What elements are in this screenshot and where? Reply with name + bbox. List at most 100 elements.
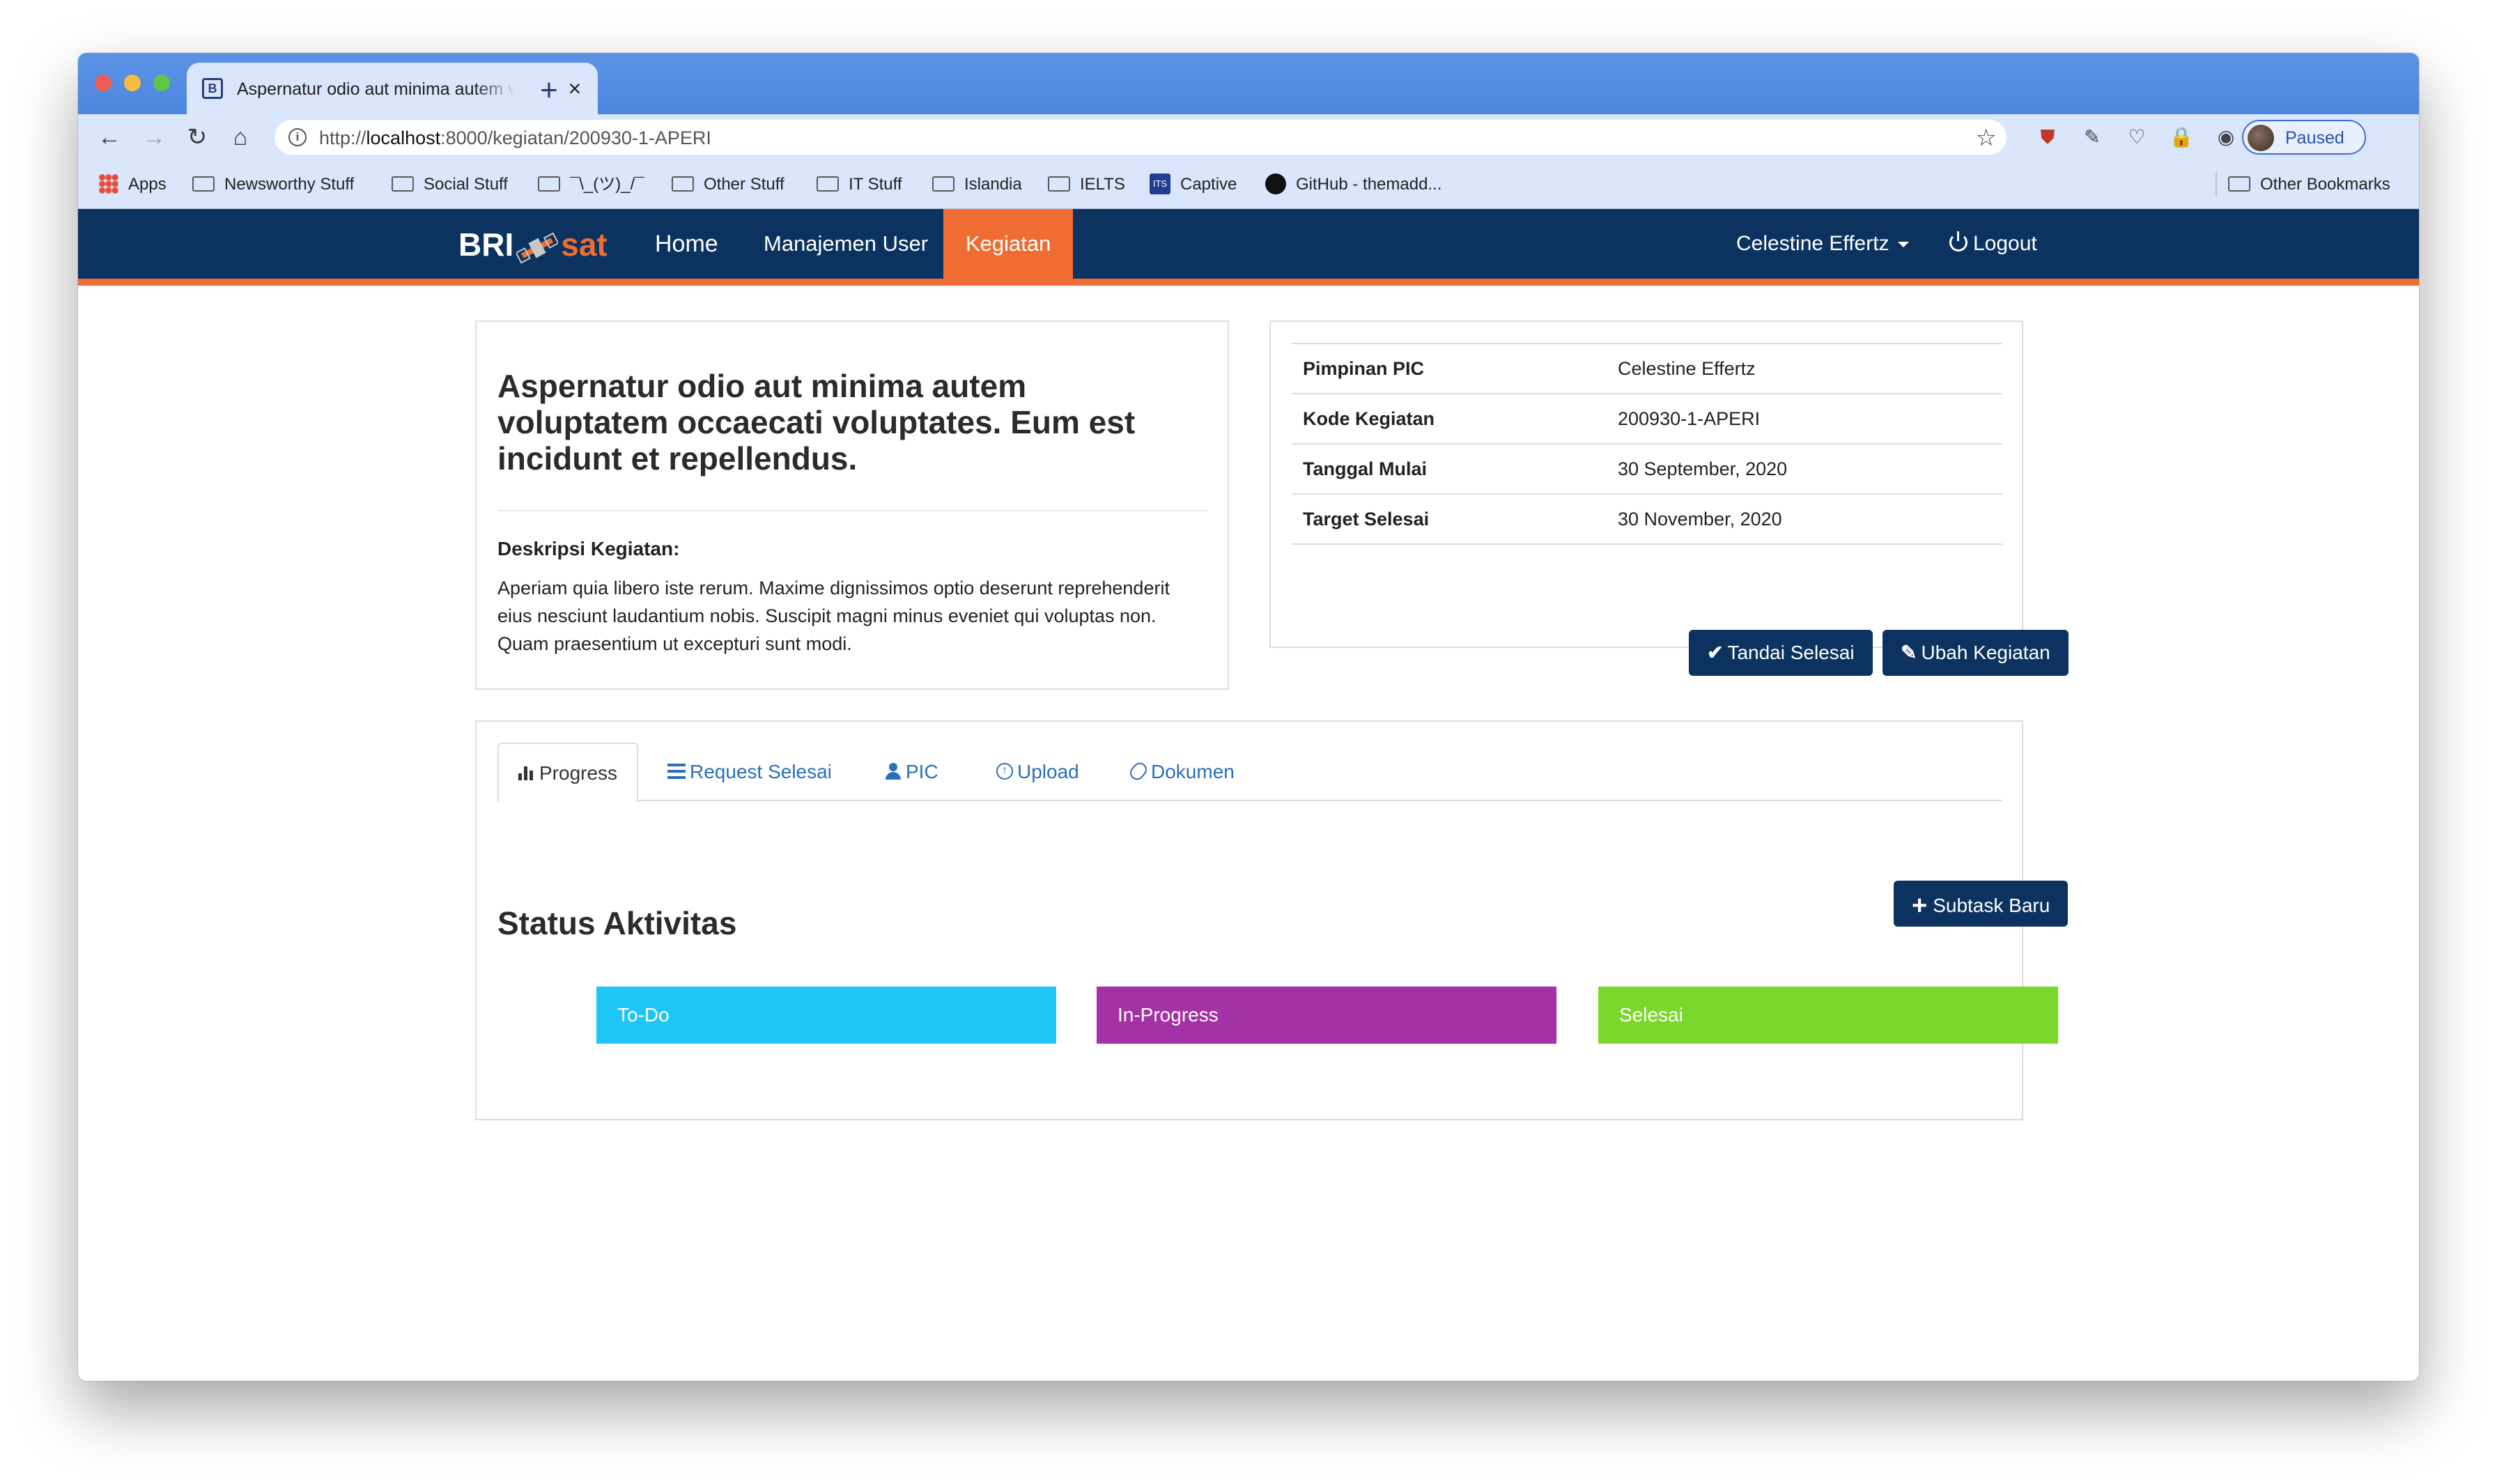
detail-label: Kode Kegiatan xyxy=(1303,408,1435,429)
bookmark-newsworthy-stuff[interactable]: Newsworthy Stuff xyxy=(192,173,354,196)
logout-label: Logout xyxy=(1973,232,2037,255)
detail-label: Tanggal Mulai xyxy=(1303,458,1428,479)
folder-icon xyxy=(192,176,215,192)
tab-upload[interactable]: ↑ Upload xyxy=(996,743,1079,801)
logout-link[interactable]: Logout xyxy=(1949,209,2037,279)
pocket-extension-icon[interactable]: ♡ xyxy=(2122,123,2151,152)
folder-icon xyxy=(538,176,560,192)
detail-value: 30 November, 2020 xyxy=(1618,508,1782,530)
todo-column-header: To-Do xyxy=(596,987,1056,1044)
zoom-window-button[interactable] xyxy=(153,75,170,91)
paperclip-icon xyxy=(1127,759,1150,782)
profile-button[interactable]: Paused xyxy=(2242,120,2366,155)
bookmark-captive[interactable]: ITS Captive xyxy=(1150,173,1237,196)
bookmark-shrug[interactable]: ¯\_(ツ)_/¯ xyxy=(538,173,644,196)
bookmark-star-icon[interactable]: ☆ xyxy=(1976,124,1997,152)
camera-extension-icon[interactable]: ◉ xyxy=(2211,123,2241,152)
address-url: http://localhost:8000/kegiatan/200930-1-… xyxy=(319,127,711,148)
bookmark-other-stuff[interactable]: Other Stuff xyxy=(672,173,784,196)
back-icon[interactable]: ← xyxy=(95,123,124,152)
activity-details-table: Pimpinan PIC Celestine Effertz Kode Kegi… xyxy=(1292,343,2002,545)
apps-grid-icon xyxy=(99,173,118,194)
power-icon xyxy=(1949,231,1968,252)
brand-primary-text: BRI xyxy=(458,226,514,263)
detail-label: Pimpinan PIC xyxy=(1303,357,1425,379)
browser-tab-title: Aspernatur odio aut minima autem volupta… xyxy=(237,79,516,99)
bar-chart-icon xyxy=(518,765,536,780)
nav-manajemen-user[interactable]: Manajemen User xyxy=(764,209,928,279)
activity-title: Aspernatur odio aut minima autem volupta… xyxy=(497,368,1136,477)
bookmark-apps[interactable]: Apps xyxy=(99,173,167,196)
bookmarks-bar: Apps Newsworthy Stuff Social Stuff ¯\_(ツ… xyxy=(78,160,2419,209)
profile-status-label: Paused xyxy=(2285,128,2344,148)
tab-progress[interactable]: Progress xyxy=(497,743,639,803)
nav-kegiatan[interactable]: Kegiatan xyxy=(943,209,1074,279)
folder-icon xyxy=(1048,176,1070,192)
new-subtask-button[interactable]: + Subtask Baru xyxy=(1894,881,2069,927)
detail-value: Celestine Effertz xyxy=(1618,357,1756,379)
upload-icon: ↑ xyxy=(996,762,1013,780)
mark-done-button[interactable]: ✔ Tandai Selesai xyxy=(1689,630,1873,676)
edit-icon: ✎ xyxy=(1901,642,1917,663)
detail-label: Target Selesai xyxy=(1303,508,1430,530)
in-progress-column-header: In-Progress xyxy=(1097,987,1556,1044)
status-heading: Status Aktivitas xyxy=(497,905,737,941)
activity-tabs-panel: Progress Request Selesai PIC ↑ Upload Dok… xyxy=(475,720,2023,1120)
tab-pic[interactable]: PIC xyxy=(885,743,938,801)
its-logo-icon: ITS xyxy=(1150,173,1170,194)
folder-icon xyxy=(817,176,839,192)
address-bar[interactable]: i http://localhost:8000/kegiatan/200930-… xyxy=(275,120,2007,155)
bookmark-other-bookmarks[interactable]: Other Bookmarks xyxy=(2228,173,2390,196)
browser-toolbar: ← → ↻ ⌂ i http://localhost:8000/kegiatan… xyxy=(78,114,2419,160)
tab-bar: Progress Request Selesai PIC ↑ Upload Dok… xyxy=(497,743,2002,803)
bookmark-it-stuff[interactable]: IT Stuff xyxy=(817,173,902,196)
folder-icon xyxy=(2228,176,2250,192)
bookmark-github[interactable]: GitHub - themadd... xyxy=(1265,173,1441,196)
user-icon xyxy=(885,762,902,780)
divider xyxy=(497,510,1208,511)
activity-summary-panel: Aspernatur odio aut minima autem volupta… xyxy=(475,320,1229,690)
table-row: Tanggal Mulai 30 September, 2020 xyxy=(1292,444,2002,494)
close-window-button[interactable] xyxy=(95,75,111,91)
brand-logo[interactable]: BRI sat xyxy=(458,226,608,268)
minimize-window-button[interactable] xyxy=(124,75,141,91)
bookmark-social-stuff[interactable]: Social Stuff xyxy=(392,173,508,196)
bookmark-ielts[interactable]: IELTS xyxy=(1048,173,1125,196)
folder-icon xyxy=(392,176,414,192)
plus-icon: + xyxy=(1912,891,1928,920)
site-favicon-icon: B xyxy=(202,78,223,99)
nav-home[interactable]: Home xyxy=(655,209,718,279)
browser-tabstrip: B Aspernatur odio aut minima autem volup… xyxy=(78,53,2419,114)
table-row: Pimpinan PIC Celestine Effertz xyxy=(1292,343,2002,394)
folder-icon xyxy=(932,176,954,192)
detail-value: 200930-1-APERI xyxy=(1618,408,1761,429)
ublock-extension-icon[interactable]: ⛊ xyxy=(2033,123,2062,152)
site-info-icon[interactable]: i xyxy=(288,128,307,146)
extension-icon[interactable]: ✎ xyxy=(2078,123,2107,152)
satellite-icon xyxy=(516,232,559,264)
activity-details-panel: Pimpinan PIC Celestine Effertz Kode Kegi… xyxy=(1269,320,2023,648)
user-name: Celestine Effertz xyxy=(1736,232,1889,255)
description-text: Aperiam quia libero iste rerum. Maxime d… xyxy=(497,578,1170,654)
tab-dokumen[interactable]: Dokumen xyxy=(1127,743,1235,801)
browser-window: B Aspernatur odio aut minima autem volup… xyxy=(78,53,2419,1381)
selesai-column-header: Selesai xyxy=(1598,987,2058,1044)
list-icon xyxy=(667,763,686,779)
edit-activity-button[interactable]: ✎ Ubah Kegiatan xyxy=(1883,630,2069,676)
description-label: Deskripsi Kegiatan: xyxy=(497,538,680,559)
tab-request-selesai[interactable]: Request Selesai xyxy=(667,743,832,801)
folder-icon xyxy=(672,176,694,192)
app-navbar: BRI sat Home Manajemen User Kegiatan Cel… xyxy=(78,209,2419,286)
new-tab-button[interactable]: + xyxy=(529,72,569,111)
user-menu-dropdown[interactable]: Celestine Effertz xyxy=(1736,209,1909,279)
detail-value: 30 September, 2020 xyxy=(1618,458,1788,479)
github-icon xyxy=(1265,173,1286,194)
profile-avatar xyxy=(2248,125,2274,151)
bookmark-islandia[interactable]: Islandia xyxy=(932,173,1022,196)
reload-icon[interactable]: ↻ xyxy=(183,123,212,152)
lock-extension-icon[interactable]: 🔒 xyxy=(2167,123,2196,152)
bookmarks-separator xyxy=(2216,173,2217,196)
forward-icon[interactable]: → xyxy=(139,123,169,152)
check-icon: ✔ xyxy=(1707,642,1724,663)
home-icon[interactable]: ⌂ xyxy=(226,123,255,152)
